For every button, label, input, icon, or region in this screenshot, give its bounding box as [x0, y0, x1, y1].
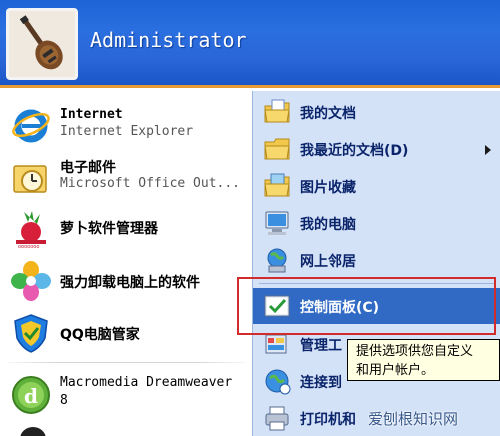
tooltip-line-2: 和用户帐户。 [356, 363, 435, 378]
menu-my-pictures[interactable]: 图片收藏 [253, 168, 500, 205]
program-title: Macromedia Dreamweaver [60, 375, 233, 390]
menu-label: 网上邻居 [300, 254, 356, 270]
menu-network-places[interactable]: 网上邻居 [253, 242, 500, 279]
qq-pc-manager-icon [14, 314, 48, 353]
menu-label: 管理工 [300, 338, 342, 354]
left-separator [6, 362, 246, 363]
program-uninstaller[interactable]: 强力卸载电脑上的软件 [0, 253, 252, 307]
recent-documents-icon [264, 138, 290, 160]
printers-icon [265, 406, 289, 431]
my-documents-icon [264, 99, 290, 123]
radish-icon: ooooooo [16, 211, 46, 250]
program-icon [20, 427, 46, 436]
program-radish-manager[interactable]: ooooooo 萝卜软件管理器 [0, 201, 252, 255]
watermark: 爱刨根知识网 [368, 410, 459, 428]
menu-label: 我的电脑 [300, 217, 356, 233]
my-computer-icon [265, 211, 289, 235]
program-qq-pc-manager[interactable]: QQ电脑管家 [0, 305, 252, 359]
tooltip-line-1: 提供选项供您自定义 [356, 344, 474, 359]
start-menu-header: Administrator [0, 0, 500, 88]
svg-text:d: d [24, 384, 38, 408]
program-subtitle: 8 [60, 393, 68, 408]
svg-text:ooooooo: ooooooo [18, 244, 39, 250]
dreamweaver-icon: d [12, 376, 50, 414]
program-title: Internet [60, 107, 123, 122]
menu-label: 图片收藏 [300, 180, 356, 196]
program-email[interactable]: 电子邮件 Microsoft Office Out... [0, 151, 252, 205]
program-title: 强力卸载电脑上的软件 [60, 275, 200, 291]
program-title: 萝卜软件管理器 [60, 221, 158, 237]
connect-to-icon [265, 369, 291, 395]
menu-my-computer[interactable]: 我的电脑 [253, 205, 500, 242]
control-panel-tooltip: 提供选项供您自定义 和用户帐户。 [347, 339, 500, 381]
menu-recent-documents[interactable]: 我最近的文档(D) [253, 131, 500, 168]
menu-my-documents[interactable]: 我的文档 [253, 94, 500, 131]
program-title: 电子邮件 [60, 160, 116, 176]
outlook-icon [13, 165, 47, 193]
internet-explorer-icon [12, 109, 50, 143]
menu-label: 我的文档 [300, 106, 356, 122]
menu-label: 打印机和 [300, 412, 356, 428]
username: Administrator [90, 28, 247, 52]
uninstaller-icon [11, 261, 51, 301]
submenu-arrow-icon [485, 145, 491, 155]
guitar-icon [9, 11, 75, 77]
menu-label: 连接到 [300, 375, 342, 391]
system-places-pane: 我的文档 我最近的文档(D) 图片收藏 我的电脑 网上邻居 控制面板(C) 管理… [252, 91, 500, 436]
my-pictures-icon [264, 173, 290, 197]
annotation-highlight-box [237, 277, 496, 335]
menu-label: 我最近的文档(D) [300, 143, 409, 159]
program-dreamweaver[interactable]: d Macromedia Dreamweaver 8 [0, 367, 252, 421]
program-internet-explorer[interactable]: Internet Internet Explorer [0, 97, 252, 151]
pinned-programs-pane: Internet Internet Explorer 电子邮件 Microsof… [0, 91, 252, 436]
program-subtitle: Internet Explorer [60, 124, 194, 139]
user-avatar[interactable] [6, 8, 78, 80]
network-places-icon [267, 248, 287, 273]
program-title: QQ电脑管家 [60, 327, 140, 343]
program-subtitle: Microsoft Office Out... [60, 176, 241, 191]
